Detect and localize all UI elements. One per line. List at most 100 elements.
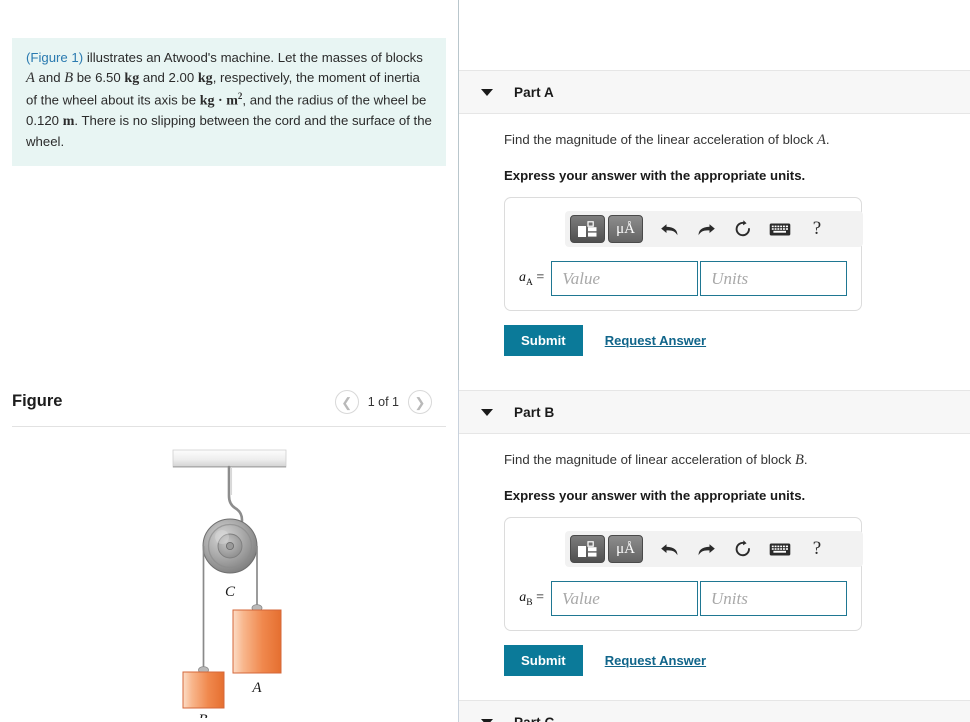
problem-text-1: illustrates an Atwood's machine. Let the… [83,50,423,65]
part-c-header[interactable]: Part C [459,700,970,722]
part-b-actions: Submit Request Answer [504,645,948,676]
keyboard-glyph [769,223,791,235]
keyboard-icon[interactable] [763,215,797,243]
part-a-actions: Submit Request Answer [504,325,948,356]
part-b-question-var: B [795,452,804,468]
reset-icon[interactable] [726,535,760,563]
part-a-question: Find the magnitude of the linear acceler… [504,132,948,149]
page-root: (Figure 1) illustrates an Atwood's machi… [0,0,970,722]
math-template-icon[interactable] [570,535,605,563]
part-a-variable-label: aA = [519,270,551,288]
figure-prev-button[interactable]: ❮ [334,390,359,414]
part-b-body: Find the magnitude of linear acceleratio… [459,434,970,700]
chevron-left-icon: ❮ [341,394,353,410]
problem-unit-inertia: kg · m [199,92,238,108]
part-a-instruction: Express your answer with the appropriate… [504,168,806,183]
math-template-glyph [578,540,597,557]
problem-mass-b: 2.00 [168,69,195,85]
part-b-input-row: aB = [519,581,847,616]
part-b-var-sub: B [526,597,533,608]
part-section-b: Part B Find the magnitude of linear acce… [459,390,970,700]
figure-label-block-b: B [198,712,207,718]
part-a-var-eq: = [536,269,545,285]
problem-unit-m: m [62,113,75,129]
part-a-units-input[interactable] [700,261,848,296]
help-icon[interactable]: ? [800,215,834,243]
part-a-toolbar: μÅ ? [565,211,863,247]
keyboard-icon[interactable] [763,535,797,563]
math-template-icon[interactable] [570,215,605,243]
part-a-submit-button[interactable]: Submit [504,325,583,356]
figure-next-button[interactable]: ❯ [408,390,432,414]
part-b-request-answer-link[interactable]: Request Answer [605,653,706,668]
redo-glyph [698,223,715,235]
figure-label-block-a: A [251,680,262,696]
problem-text-4: and [139,69,169,85]
math-template-glyph [578,220,597,237]
undo-icon[interactable] [652,215,686,243]
atwood-machine-diagram: C A B [172,449,287,722]
part-b-question-text: Find the magnitude of linear acceleratio… [504,452,796,467]
right-panel: Part A Find the magnitude of the linear … [459,0,970,722]
part-c-title: Part C [514,714,555,722]
problem-text-7: . There is no slipping between the cord … [26,112,432,149]
caret-down-icon [481,718,493,722]
figure-title: Figure [12,392,63,410]
left-panel: (Figure 1) illustrates an Atwood's machi… [0,0,458,722]
part-a-question-text: Find the magnitude of the linear acceler… [504,132,818,147]
redo-icon[interactable] [689,215,723,243]
figure-divider [12,426,446,427]
reset-glyph [735,540,750,557]
part-a-header[interactable]: Part A [459,70,970,114]
problem-block-a: A [26,69,35,86]
part-a-question-var: A [817,132,826,148]
units-icon[interactable]: μÅ [608,215,643,243]
undo-glyph [660,223,677,235]
keyboard-glyph [769,543,791,555]
figure-image: C A B [12,436,446,722]
units-icon-label: μÅ [616,540,635,557]
part-b-units-input[interactable] [700,581,847,616]
part-a-title: Part A [514,84,554,100]
part-a-question-period: . [825,132,830,147]
problem-block-b: B [64,69,74,86]
units-icon-label: μÅ [616,220,635,237]
figure-label-wheel-c: C [225,584,236,600]
part-b-answer-box: μÅ ? aB = Value Units [504,517,863,631]
redo-icon[interactable] [689,535,723,563]
help-icon[interactable]: ? [800,535,834,563]
problem-mass-a: 6.50 [95,69,121,85]
part-b-title: Part B [514,404,555,420]
reset-glyph [735,220,750,237]
part-b-value-input[interactable] [551,581,698,616]
figure-header: Figure ❮ 1 of 1 ❯ [12,390,446,426]
problem-unit-kg-2: kg [197,70,213,86]
part-b-question: Find the magnitude of linear acceleratio… [504,452,948,469]
units-icon[interactable]: μÅ [608,535,643,563]
part-a-request-answer-link[interactable]: Request Answer [605,333,706,348]
problem-text-6: , and the radius of the wheel be [242,91,427,107]
part-b-header[interactable]: Part B [459,390,970,434]
caret-down-icon [481,408,493,416]
undo-icon[interactable] [652,535,686,563]
problem-radius: 0.120 [26,112,60,128]
part-section-a: Part A Find the magnitude of the linear … [459,70,970,390]
part-b-toolbar: μÅ ? [565,531,863,567]
part-a-input-row: aA = [519,261,848,296]
part-a-answer-box: μÅ ? aA = Value Units [504,197,863,311]
problem-text-3: be [73,69,96,85]
figure-pager: ❮ 1 of 1 ❯ [334,390,432,414]
problem-unit-kg-1: kg [124,70,140,86]
part-section-c: Part C Find the magnitude of angular acc… [459,700,970,722]
redo-glyph [698,543,715,555]
figure-link[interactable]: (Figure 1) [26,50,83,65]
undo-glyph [660,543,677,555]
problem-statement: (Figure 1) illustrates an Atwood's machi… [12,38,446,166]
part-a-value-input[interactable] [551,261,699,296]
part-b-var-eq: = [536,589,544,605]
reset-icon[interactable] [726,215,760,243]
help-icon-label: ? [812,538,822,559]
part-a-var-base: a [519,269,526,285]
part-b-submit-button[interactable]: Submit [504,645,583,676]
part-b-question-period: . [803,452,808,467]
